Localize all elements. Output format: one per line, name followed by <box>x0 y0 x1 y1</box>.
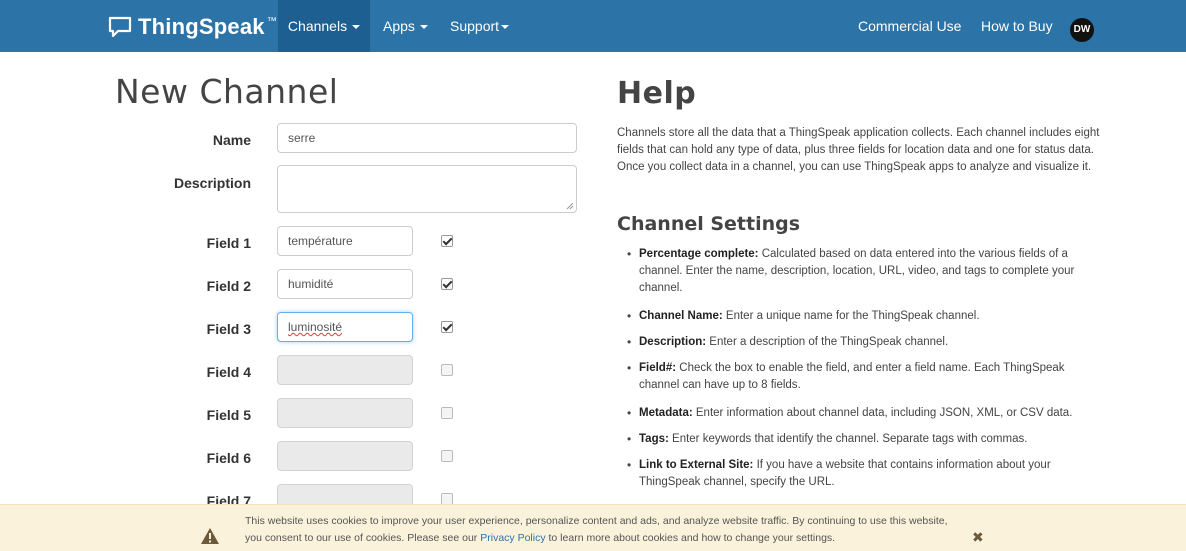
cookie-text-before-link: you consent to our use of cookies. Pleas… <box>245 532 481 544</box>
caret-down-icon <box>419 25 428 30</box>
thingspeak-logo[interactable]: ThingSpeak ™ <box>108 13 277 41</box>
help-item-term: Description: <box>639 336 707 348</box>
help-item-term: Link to External Site: <box>639 459 754 471</box>
help-item-percentage: Percentage complete: Calculated based on… <box>625 246 1105 297</box>
nav-commercial-use-link[interactable]: Commercial Use <box>858 0 961 52</box>
help-item-field: Field#: Check the box to enable the fiel… <box>625 360 1105 394</box>
help-intro-text: Channels store all the data that a Thing… <box>617 127 1100 173</box>
field-1-checkbox[interactable] <box>441 235 453 247</box>
cookie-banner: This website uses cookies to improve you… <box>0 504 1186 551</box>
field-2-checkbox[interactable] <box>441 278 453 290</box>
help-item-term: Channel Name: <box>639 310 723 322</box>
field-4-label: Field 4 <box>206 364 251 380</box>
help-item-description: Description: Enter a description of the … <box>625 334 1105 351</box>
caret-down-icon <box>352 25 361 30</box>
nav-channels-menu[interactable]: Channels <box>278 0 370 52</box>
help-title: Help <box>617 76 697 111</box>
help-item-text: Check the box to enable the field, and e… <box>639 362 1065 391</box>
nav-how-to-buy-link[interactable]: How to Buy <box>981 0 1053 52</box>
field-5-input[interactable] <box>277 398 413 428</box>
nav-support-label: Support <box>450 18 500 34</box>
channel-settings-heading: Channel Settings <box>617 213 801 235</box>
field-5-checkbox[interactable] <box>441 407 453 419</box>
cookie-message-line-2: you consent to our use of cookies. Pleas… <box>245 532 835 544</box>
help-item-term: Percentage complete: <box>639 248 759 260</box>
help-item-text: Enter a description of the ThingSpeak ch… <box>706 336 949 348</box>
help-item-term: Metadata: <box>639 407 693 419</box>
privacy-policy-link[interactable]: Privacy Policy <box>480 532 545 544</box>
help-item-external-link: Link to External Site: If you have a web… <box>625 457 1105 491</box>
nav-channels-label: Channels <box>287 18 348 34</box>
help-item-channel-name: Channel Name: Enter a unique name for th… <box>625 308 1105 325</box>
nav-support-menu[interactable]: Support <box>450 0 510 52</box>
field-4-input[interactable] <box>277 355 413 385</box>
field-6-checkbox[interactable] <box>441 450 453 462</box>
help-item-text: Enter a unique name for the ThingSpeak c… <box>722 310 980 322</box>
resize-grip-icon[interactable] <box>566 202 574 210</box>
field-4-checkbox[interactable] <box>441 364 453 376</box>
field-3-checkbox[interactable] <box>441 321 453 333</box>
chat-bubble-icon <box>108 16 132 38</box>
field-3-value: luminosité <box>288 320 343 334</box>
nav-apps-label: Apps <box>383 18 415 34</box>
description-textarea[interactable] <box>277 165 577 213</box>
field-1-input[interactable]: température <box>277 226 413 256</box>
help-item-text: Enter keywords that identify the channel… <box>668 433 1028 445</box>
help-item-metadata: Metadata: Enter information about channe… <box>625 405 1105 422</box>
field-6-label: Field 6 <box>206 450 251 466</box>
warning-icon <box>201 528 219 544</box>
top-navbar: ThingSpeak ™ Channels Apps Support Comme… <box>0 0 1186 52</box>
field-1-value: température <box>288 234 353 248</box>
cookie-text-after-link: to learn more about cookies and how to c… <box>545 532 836 544</box>
help-item-text: Enter information about channel data, in… <box>692 407 1073 419</box>
close-icon[interactable]: ✖ <box>972 529 984 546</box>
field-3-input[interactable]: luminosité <box>277 312 413 342</box>
page-title: New Channel <box>115 72 339 111</box>
name-label: Name <box>212 132 251 148</box>
field-6-input[interactable] <box>277 441 413 471</box>
channel-name-value: serre <box>288 131 316 145</box>
nav-apps-menu[interactable]: Apps <box>383 0 428 52</box>
help-item-term: Tags: <box>639 433 669 445</box>
caret-down-icon <box>501 25 510 30</box>
help-item-term: Field#: <box>639 362 677 374</box>
field-2-label: Field 2 <box>206 278 251 294</box>
help-item-tags: Tags: Enter keywords that identify the c… <box>625 431 1105 448</box>
trademark-symbol: ™ <box>266 15 277 27</box>
field-5-label: Field 5 <box>206 407 251 423</box>
brand-name: ThingSpeak <box>138 14 265 39</box>
field-2-value: humidité <box>288 277 334 291</box>
field-3-label: Field 3 <box>206 321 251 337</box>
description-label: Description <box>173 175 251 191</box>
user-avatar[interactable]: DW <box>1070 18 1094 42</box>
cookie-message-line-1: This website uses cookies to improve you… <box>245 515 948 527</box>
channel-name-input[interactable]: serre <box>277 123 577 153</box>
field-2-input[interactable]: humidité <box>277 269 413 299</box>
field-1-label: Field 1 <box>206 235 251 251</box>
